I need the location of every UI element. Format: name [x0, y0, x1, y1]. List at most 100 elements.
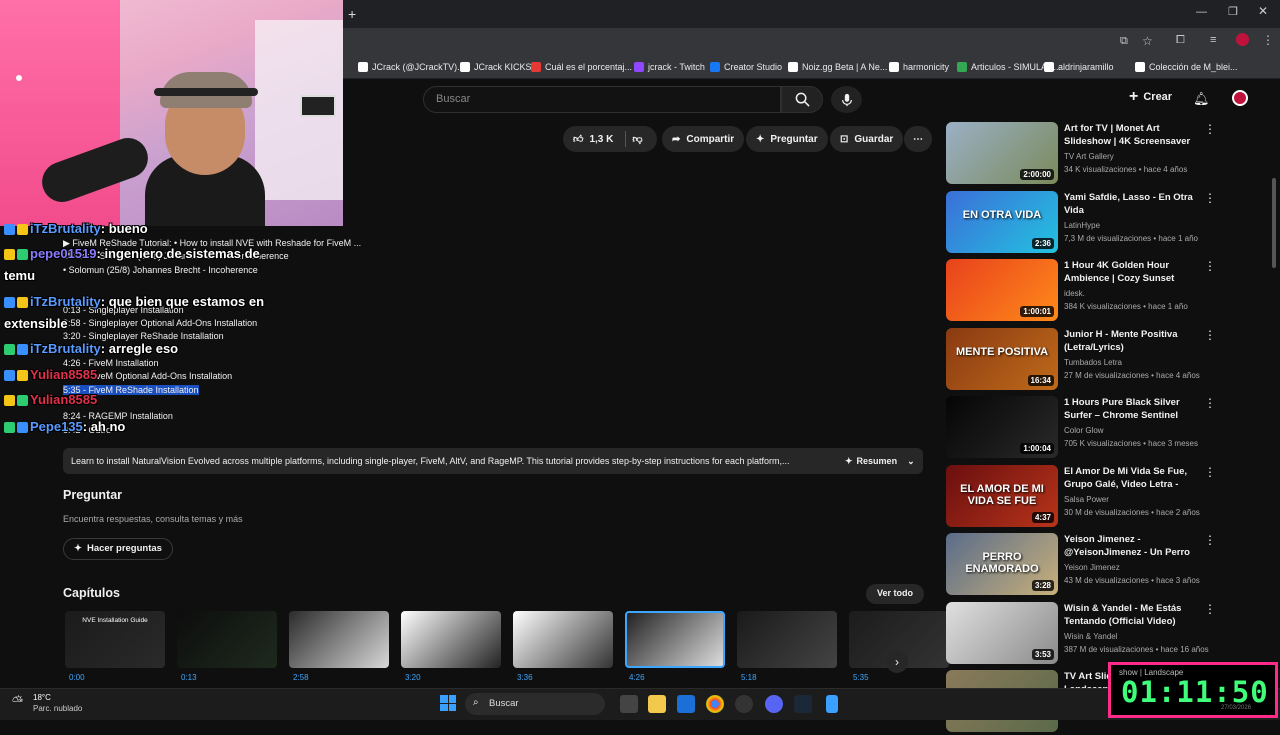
bookmark-item[interactable]: Noiz.gg Beta | A Ne... [788, 59, 887, 75]
channel-name[interactable]: Salsa Power [1064, 495, 1109, 504]
video-title[interactable]: Art for TV | Monet Art Slideshow | 4K Sc… [1064, 122, 1194, 149]
video-title[interactable]: Junior H - Mente Positiva (Letra/Lyrics) [1064, 328, 1194, 354]
chapter-thumbnail[interactable] [289, 611, 389, 668]
bookmark-item[interactable]: harmonicity [889, 59, 949, 75]
chat-username[interactable]: pepe01519 [30, 246, 97, 261]
recommendation-item[interactable]: 1:00:04 1 Hours Pure Black Silver Surfer … [946, 396, 1216, 461]
cast-icon[interactable]: ⧉ [1120, 35, 1128, 48]
chrome-icon[interactable] [706, 695, 724, 713]
recommendation-item[interactable]: MENTE POSITIVA 16:34 Junior H - Mente Posi… [946, 327, 1216, 393]
menu-icon[interactable]: ⋮ [1262, 33, 1274, 47]
bookmark-item[interactable]: aldrinjaramillo [1044, 59, 1114, 75]
video-title[interactable]: 1 Hours Pure Black Silver Surfer – Chrom… [1064, 396, 1194, 423]
video-title[interactable]: El Amor De Mi Vida Se Fue, Grupo Galé, V… [1064, 465, 1194, 492]
ask-questions-button[interactable]: ✦ Hacer preguntas [63, 538, 173, 560]
video-thumbnail[interactable]: EL AMOR DE MI VIDA SE FUE 4:37 [946, 464, 1058, 527]
recommendation-item[interactable]: EL AMOR DE MI VIDA SE FUE 4:37 El Amor De … [946, 464, 1216, 530]
channel-name[interactable]: Wisin & Yandel [1064, 632, 1118, 641]
channel-name[interactable]: Yeison Jimenez [1064, 563, 1120, 572]
share-button[interactable]: ➦ Compartir [662, 126, 745, 152]
media-icon[interactable]: ≡ [1210, 34, 1216, 46]
chapter-time[interactable]: 0:13 [181, 673, 197, 682]
thumbs-down-icon[interactable]: 👎︎ [632, 133, 642, 145]
chat-username[interactable]: iTzBrutality [30, 221, 101, 236]
recommendation-item[interactable]: 3:53 Wisin & Yandel - Me Estás Tentando (… [946, 601, 1216, 667]
new-tab-button[interactable]: + [348, 6, 356, 22]
chat-username[interactable]: Pepe135 [30, 419, 83, 434]
more-options-icon[interactable]: ⋮ [1204, 329, 1216, 341]
video-title[interactable]: Yeison Jimenez - @YeisonJimenez - Un Per… [1064, 533, 1194, 560]
maximize-icon[interactable]: ❐ [1228, 5, 1238, 18]
channel-name[interactable]: Color Glow [1064, 426, 1104, 435]
view-all-chapters-button[interactable]: Ver todo [866, 584, 925, 604]
close-icon[interactable]: ✕ [1258, 4, 1268, 18]
timestamp-link[interactable]: 2:58 - Singleplayer Optional Add-Ons Ins… [63, 318, 257, 328]
chapter-time[interactable]: 5:18 [741, 673, 757, 682]
search-button[interactable] [781, 86, 823, 113]
chapter-thumbnail[interactable] [513, 611, 613, 668]
obs-icon[interactable] [735, 695, 753, 713]
minimize-icon[interactable]: — [1196, 6, 1207, 18]
discord-icon[interactable] [765, 695, 783, 713]
scrollbar[interactable] [1272, 178, 1276, 268]
chapter-time[interactable]: 4:26 [629, 673, 645, 682]
extensions-icon[interactable]: ⧠ [1176, 34, 1185, 47]
bookmark-item[interactable]: Colección de M_blei... [1135, 59, 1238, 75]
more-options-icon[interactable]: ⋮ [1204, 466, 1216, 478]
steam-icon[interactable] [794, 695, 812, 713]
recommendation-item[interactable]: 2:00:00 Art for TV | Monet Art Slideshow … [946, 122, 1216, 187]
channel-name[interactable]: Tumbados Letra [1064, 358, 1122, 367]
summary-button[interactable]: ✦ Resumen ⌄ [845, 456, 915, 467]
create-button[interactable]: + Crear [1129, 89, 1172, 105]
profile-avatar[interactable] [1236, 33, 1249, 46]
chapter-time[interactable]: 3:20 [405, 673, 421, 682]
chapter-time[interactable]: 3:36 [517, 673, 533, 682]
video-thumbnail[interactable]: MENTE POSITIVA 16:34 [946, 327, 1058, 390]
star-icon[interactable]: ☆ [1142, 34, 1153, 48]
windows-start-icon[interactable] [440, 695, 456, 711]
chapter-time[interactable]: 5:35 [853, 673, 869, 682]
bookmark-item[interactable]: JCrack (@JCrackTV)... [358, 59, 465, 75]
notifications-icon[interactable]: 🔔︎ [1193, 91, 1210, 107]
bookmark-item[interactable]: jcrack - Twitch [634, 59, 705, 75]
video-title[interactable]: 1 Hour 4K Golden Hour Ambience | Cozy Su… [1064, 259, 1194, 286]
more-actions-button[interactable]: ⋯ [904, 126, 932, 152]
recommendation-item[interactable]: 1:00:01 1 Hour 4K Golden Hour Ambience | … [946, 259, 1216, 324]
video-thumbnail[interactable]: 2:00:00 [946, 122, 1058, 184]
more-options-icon[interactable]: ⋮ [1204, 260, 1216, 272]
more-options-icon[interactable]: ⋮ [1204, 603, 1216, 615]
channel-name[interactable]: TV Art Gallery [1064, 152, 1114, 161]
more-options-icon[interactable]: ⋮ [1204, 397, 1216, 409]
file-explorer-icon[interactable] [648, 695, 666, 713]
mail-icon[interactable] [677, 695, 695, 713]
notepad-icon[interactable] [826, 695, 838, 713]
timestamp-link[interactable]: 3:20 - Singleplayer ReShade Installation [63, 331, 224, 341]
chapter-thumbnail[interactable] [737, 611, 837, 668]
bookmark-item[interactable]: Cuál es el porcentaj... [531, 59, 632, 75]
chat-username[interactable]: iTzBrutality [30, 341, 101, 356]
description-text[interactable]: Learn to install NaturalVision Evolved a… [63, 448, 923, 474]
chapter-time[interactable]: 0:00 [69, 673, 85, 682]
chapter-thumbnail[interactable] [177, 611, 277, 668]
video-thumbnail[interactable]: 1:00:01 [946, 259, 1058, 321]
chapter-time[interactable]: 2:58 [293, 673, 309, 682]
bookmark-item[interactable]: JCrack KICKS [460, 59, 532, 75]
account-avatar[interactable] [1232, 90, 1248, 106]
recommendation-item[interactable]: EN OTRA VIDA 2:36 Yami Safdie, Lasso - En … [946, 190, 1216, 256]
video-thumbnail[interactable]: PERRO ENAMORADO 3:28 [946, 533, 1058, 595]
chat-username[interactable]: Yulian8585 [30, 367, 97, 382]
ask-button[interactable]: ✦ Preguntar [746, 126, 828, 152]
chapter-thumbnail[interactable] [625, 611, 725, 668]
video-thumbnail[interactable]: 1:00:04 [946, 396, 1058, 458]
search-input[interactable]: Buscar [423, 86, 781, 113]
more-options-icon[interactable]: ⋮ [1204, 123, 1216, 135]
voice-search-button[interactable] [831, 86, 862, 113]
chapter-thumbnail[interactable]: NVE Installation Guide [65, 611, 165, 668]
task-view-icon[interactable] [620, 695, 638, 713]
video-thumbnail[interactable]: EN OTRA VIDA 2:36 [946, 190, 1058, 253]
recommendation-item[interactable]: PERRO ENAMORADO 3:28 Yeison Jimenez - @Yei… [946, 533, 1216, 598]
chevron-right-icon[interactable]: › [886, 651, 908, 673]
channel-name[interactable]: idesk. [1064, 289, 1085, 298]
channel-name[interactable]: LatinHype [1064, 221, 1100, 230]
save-button[interactable]: ⊡ Guardar [830, 126, 904, 152]
